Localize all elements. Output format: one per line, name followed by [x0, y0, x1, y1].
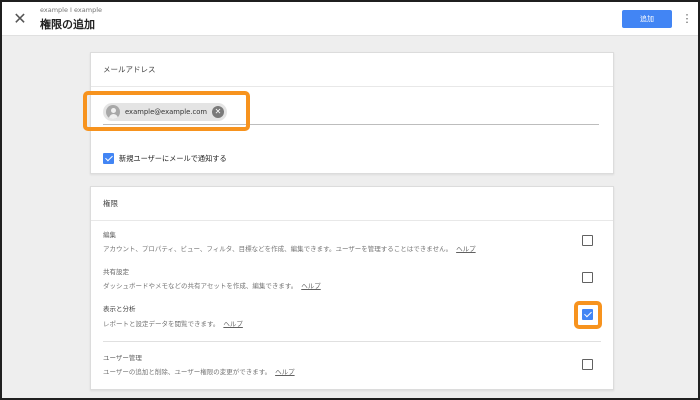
permission-name: 表示と分析: [103, 305, 136, 313]
top-bar: ✕ example I example 権限の追加 追加 ⋮: [2, 2, 698, 36]
permission-description: ユーザーの追加と削除、ユーザー権限の変更ができます。 ヘルプ: [103, 366, 295, 376]
permission-name: 編集: [103, 231, 116, 239]
permission-description: レポートと設定データを閲覧できます。 ヘルプ: [103, 318, 243, 328]
email-section-heading: メールアドレス: [91, 53, 613, 87]
help-link[interactable]: ヘルプ: [301, 282, 321, 290]
email-chip-text: example@example.com: [125, 108, 207, 116]
read-analyze-checkbox[interactable]: [582, 309, 593, 320]
remove-chip-icon[interactable]: ✕: [212, 106, 224, 118]
manage-users-checkbox[interactable]: [582, 359, 593, 370]
close-icon[interactable]: ✕: [10, 9, 30, 29]
help-link[interactable]: ヘルプ: [456, 245, 476, 253]
add-button[interactable]: 追加: [622, 10, 672, 28]
help-link[interactable]: ヘルプ: [223, 320, 243, 328]
permission-row-collaborate: 共有設定 ダッシュボードやメモなどの共有アセットを作成、編集できます。 ヘルプ: [91, 264, 613, 294]
app-frame: ✕ example I example 権限の追加 追加 ⋮ メールアドレス e…: [0, 0, 700, 400]
notify-label: 新規ユーザーにメールで通知する: [119, 154, 227, 163]
email-input-underline[interactable]: [103, 124, 599, 125]
notify-checkbox[interactable]: [103, 153, 114, 164]
edit-checkbox[interactable]: [582, 235, 593, 246]
collaborate-checkbox[interactable]: [582, 272, 593, 283]
permission-row-read-analyze: 表示と分析 レポートと設定データを閲覧できます。 ヘルプ: [91, 301, 613, 331]
permission-description-text: アカウント、プロパティ、ビュー、フィルタ、目標などを作成、編集できます。ユーザー…: [103, 245, 453, 253]
permission-row-edit: 編集 アカウント、プロパティ、ビュー、フィルタ、目標などを作成、編集できます。ユ…: [91, 227, 613, 257]
permissions-card: 権限 編集 アカウント、プロパティ、ビュー、フィルタ、目標などを作成、編集できま…: [90, 186, 614, 390]
permission-description-text: レポートと設定データを閲覧できます。: [103, 320, 220, 328]
permission-description-text: ユーザーの追加と削除、ユーザー権限の変更ができます。: [103, 368, 272, 376]
permission-name: 共有設定: [103, 268, 129, 276]
permission-name: ユーザー管理: [103, 354, 142, 362]
email-card: メールアドレス example@example.com ✕ 新規ユーザーにメール…: [90, 52, 614, 174]
divider: [103, 341, 601, 342]
permission-row-manage-users: ユーザー管理 ユーザーの追加と削除、ユーザー権限の変更ができます。 ヘルプ: [91, 350, 613, 380]
permission-description: アカウント、プロパティ、ビュー、フィルタ、目標などを作成、編集できます。ユーザー…: [103, 243, 476, 253]
user-avatar-icon: [106, 105, 120, 119]
permission-description: ダッシュボードやメモなどの共有アセットを作成、編集できます。 ヘルプ: [103, 280, 321, 290]
permission-description-text: ダッシュボードやメモなどの共有アセットを作成、編集できます。: [103, 282, 298, 290]
account-breadcrumb: example I example: [40, 6, 103, 14]
permissions-heading: 権限: [91, 187, 613, 221]
page-title: 権限の追加: [40, 18, 95, 31]
more-options-icon[interactable]: ⋮: [681, 10, 693, 28]
email-chip[interactable]: example@example.com ✕: [103, 103, 227, 121]
help-link[interactable]: ヘルプ: [275, 368, 295, 376]
